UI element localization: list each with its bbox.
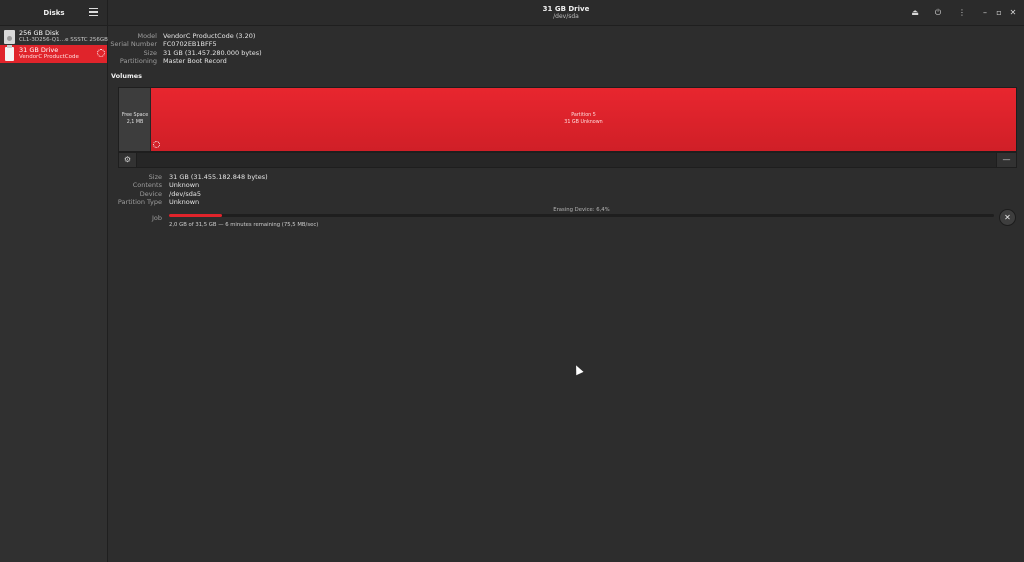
partition-size-label: Size [148, 173, 162, 181]
settings-gear-icon[interactable]: ⚙ [119, 153, 137, 167]
disk-title: 31 GB Drive [19, 46, 59, 54]
partition-segment[interactable]: Partition 5 31 GB Unknown [151, 88, 1016, 151]
job-detail: 2,0 GB of 31,5 GB — 6 minutes remaining … [169, 222, 319, 228]
disk-item-256gb[interactable]: 256 GB Disk CL1-3D256-Q1…e SSSTC 256GB [0, 28, 108, 46]
partition-type-label: Partition Type [117, 198, 162, 206]
serial-value: FC0702EB1BFF5 [163, 40, 217, 48]
job-label: Job [151, 214, 162, 222]
model-value: VendorC ProductCode (3.20) [163, 32, 256, 40]
device-label: Device [139, 190, 162, 198]
disk-item-31gb[interactable]: 31 GB Drive VendorC ProductCode [0, 45, 107, 63]
sidebar: Disks 256 GB Disk CL1-3D256-Q1…e SSSTC 2… [0, 0, 108, 562]
minimize-icon[interactable]: – [979, 7, 991, 19]
partition-size: 31 GB Unknown [564, 120, 603, 125]
maximize-icon[interactable]: ▫ [993, 7, 1005, 19]
partition-label: Partition 5 [571, 113, 596, 118]
size-value: 31 GB (31.457.280.000 bytes) [163, 49, 262, 57]
remove-partition-button[interactable]: — [996, 153, 1016, 167]
disk-subtitle: CL1-3D256-Q1…e SSSTC 256GB [19, 37, 108, 43]
free-space-segment[interactable]: Free Space 2,1 MB [119, 88, 151, 151]
busy-spinner-icon [153, 141, 160, 148]
size-label: Size [143, 49, 157, 57]
eject-icon[interactable]: ⏏ [909, 7, 921, 19]
more-vertical-icon[interactable]: ⋮ [956, 7, 968, 19]
job-progress-fill [169, 214, 222, 217]
volume-map: Free Space 2,1 MB Partition 5 31 GB Unkn… [118, 87, 1017, 152]
disk-subtitle: VendorC ProductCode [19, 54, 79, 60]
volume-toolbar: ⚙ — [118, 152, 1017, 168]
serial-label: Serial Number [110, 40, 157, 48]
contents-value: Unknown [169, 181, 200, 189]
sidebar-header: Disks [0, 0, 107, 26]
partition-type-value: Unknown [169, 198, 200, 206]
power-icon[interactable]: ⏻ [932, 7, 944, 19]
partitioning-value: Master Boot Record [163, 57, 227, 65]
model-label: Model [137, 32, 157, 40]
header-bar: 31 GB Drive /dev/sda ⏏ ⏻ ⋮ – ▫ ✕ [108, 0, 1024, 26]
job-progress-bar [169, 214, 994, 217]
mouse-cursor-icon [572, 363, 584, 376]
menu-icon[interactable] [89, 8, 98, 17]
job-status: Erasing Device: 6,4% [553, 207, 610, 213]
window-subtitle: /dev/sda [553, 13, 579, 20]
partitioning-label: Partitioning [119, 57, 157, 65]
close-icon[interactable]: ✕ [1007, 7, 1019, 19]
free-space-label: Free Space [121, 113, 149, 118]
disk-title: 256 GB Disk [19, 29, 59, 37]
device-value: /dev/sda5 [169, 190, 201, 198]
usb-drive-icon [5, 45, 14, 61]
cancel-job-button[interactable]: ✕ [999, 209, 1016, 226]
volumes-heading: Volumes [111, 72, 143, 80]
contents-label: Contents [132, 181, 162, 189]
window-title: 31 GB Drive [542, 5, 590, 13]
free-space-size: 2,1 MB [126, 120, 144, 125]
partition-size-value: 31 GB (31.455.182.848 bytes) [169, 173, 268, 181]
hard-disk-icon [4, 30, 15, 44]
